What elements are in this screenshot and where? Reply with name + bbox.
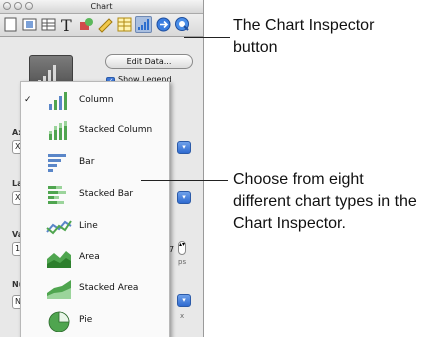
text-icon: T — [61, 16, 72, 35]
stacked-bar-chart-icon — [48, 186, 66, 204]
chart-inspector-callout-line — [184, 37, 230, 38]
chart-inspector-button[interactable] — [135, 16, 152, 33]
menu-item-column[interactable]: ✓ Column — [21, 88, 169, 114]
inspector-toolbar: T — [0, 14, 203, 37]
cell-inspector-button[interactable] — [116, 16, 133, 33]
chart-types-callout-line — [141, 180, 228, 181]
menu-item-label: Pie — [79, 315, 93, 325]
menu-item-label: Stacked Column — [79, 125, 153, 135]
document-icon — [4, 17, 17, 32]
menu-item-stacked-column[interactable]: Stacked Column — [21, 118, 169, 144]
menu-item-stacked-bar[interactable]: Stacked Bar — [21, 182, 169, 208]
layout-icon — [22, 18, 37, 31]
chart-types-callout: Choose from eight different chart types … — [233, 171, 417, 232]
menu-item-label: Stacked Bar — [79, 189, 134, 199]
menu-item-label: Column — [79, 95, 114, 105]
title-bar: Chart — [0, 0, 203, 14]
table-inspector-button[interactable] — [40, 16, 57, 33]
menu-item-label: Bar — [79, 157, 95, 167]
chart-inspector-callout: The Chart Inspector button — [233, 17, 375, 56]
stacked-area-chart-icon — [47, 280, 71, 299]
chart-inspector-window: Chart T Edit Data... Show Legend X ▾ X ▾… — [0, 0, 204, 337]
bar-chart-icon — [138, 19, 149, 30]
value-steps-caption: ps — [178, 258, 187, 266]
menu-item-stacked-area[interactable]: Stacked Area — [21, 276, 169, 302]
menu-item-line[interactable]: Line — [21, 214, 169, 240]
column-chart-icon — [49, 92, 67, 110]
grid-icon — [117, 17, 132, 32]
hyperlink-inspector-button[interactable] — [155, 16, 172, 33]
pie-chart-icon — [48, 311, 70, 332]
svg-text:T: T — [61, 16, 72, 33]
bar-chart-icon — [48, 154, 66, 172]
suffix-caption: x — [180, 312, 185, 320]
menu-item-label: Area — [79, 252, 100, 262]
menu-item-pie[interactable]: Pie — [21, 308, 169, 334]
link-icon — [156, 17, 171, 32]
table-icon — [41, 18, 56, 31]
window-title: Chart — [90, 2, 113, 11]
graphic-inspector-button[interactable] — [78, 16, 95, 33]
labels-popup-arrows[interactable]: ▾ — [177, 191, 191, 204]
checkmark-icon: ✓ — [24, 95, 32, 105]
stacked-column-chart-icon — [49, 121, 67, 140]
ruler-icon — [98, 18, 113, 33]
number-format-popup-arrows[interactable]: ▾ — [177, 294, 191, 307]
menu-item-label: Stacked Area — [79, 283, 139, 293]
menu-item-area[interactable]: Area — [21, 245, 169, 271]
value-stepper[interactable]: ▴▾ — [178, 241, 186, 255]
chart-type-menu: ✓ Column Stacked Column Bar Stacked Bar … — [20, 81, 170, 337]
line-chart-icon — [46, 220, 72, 235]
graphic-icon — [80, 18, 93, 30]
edit-data-button[interactable]: Edit Data... — [105, 54, 193, 69]
menu-item-label: Line — [79, 221, 98, 231]
metrics-inspector-button[interactable] — [97, 16, 114, 33]
axes-popup-arrows[interactable]: ▾ — [177, 141, 191, 154]
document-inspector-button[interactable] — [2, 16, 19, 33]
menu-item-bar[interactable]: Bar — [21, 150, 169, 176]
quicktime-inspector-button[interactable] — [174, 16, 191, 33]
layout-inspector-button[interactable] — [21, 16, 38, 33]
text-inspector-button[interactable]: T — [59, 16, 76, 35]
area-chart-icon — [47, 251, 71, 268]
quicktime-icon — [175, 17, 189, 31]
